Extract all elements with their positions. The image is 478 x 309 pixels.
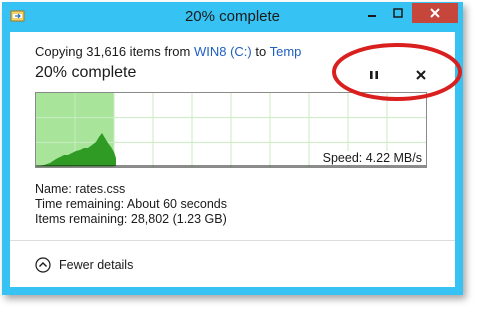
- footer-divider: [10, 240, 455, 241]
- minimize-icon: [368, 15, 376, 17]
- copy-summary: Copying 31,616 items from WIN8 (C:) to T…: [35, 44, 301, 59]
- dialog-content: Copying 31,616 items from WIN8 (C:) to T…: [10, 32, 455, 287]
- file-name: Name: rates.css: [35, 182, 126, 196]
- time-remaining: Time remaining: About 60 seconds: [35, 197, 228, 211]
- fewer-details-label: Fewer details: [59, 258, 134, 272]
- speed-readout: Speed: 4.22 MB/s: [321, 151, 423, 165]
- pause-icon: [370, 71, 378, 79]
- cancel-button[interactable]: [412, 66, 430, 84]
- maximize-button[interactable]: [385, 3, 411, 23]
- close-icon: [430, 8, 440, 18]
- copy-summary-to: to: [251, 44, 270, 59]
- details-list: Name: rates.css Time remaining: About 60…: [35, 182, 227, 227]
- maximize-icon: [393, 8, 403, 18]
- minimize-button[interactable]: [359, 3, 385, 23]
- transfer-speed-graph: Speed: 4.22 MB/s: [35, 92, 427, 168]
- close-icon: [416, 70, 426, 80]
- fewer-details-toggle[interactable]: Fewer details: [35, 257, 133, 273]
- screenshot-stage: 20% complete Copying 31,616 items from W…: [0, 0, 478, 309]
- copy-summary-prefix: Copying 31,616 items from: [35, 44, 194, 59]
- title-bar[interactable]: 20% complete: [2, 2, 463, 32]
- destination-link[interactable]: Temp: [270, 44, 302, 59]
- chevron-up-circle-icon: [35, 257, 51, 273]
- items-remaining: Items remaining: 28,802 (1.23 GB): [35, 212, 227, 226]
- copy-progress-dialog: 20% complete Copying 31,616 items from W…: [2, 2, 463, 295]
- window-close-button[interactable]: [412, 3, 458, 23]
- pause-button[interactable]: [365, 66, 383, 84]
- source-link[interactable]: WIN8 (C:): [194, 44, 252, 59]
- progress-headline: 20% complete: [35, 64, 137, 81]
